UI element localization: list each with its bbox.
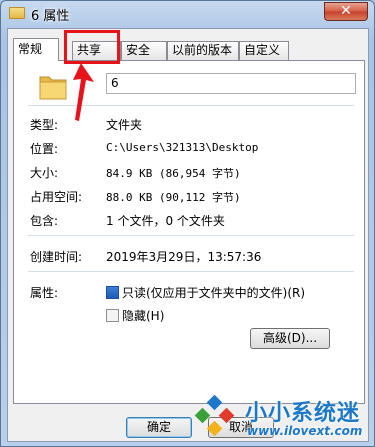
- folder-name-input[interactable]: 6: [106, 73, 356, 94]
- created-label: 创建时间:: [30, 250, 83, 264]
- annotation-arrow-icon: [73, 63, 94, 121]
- readonly-checkbox-label[interactable]: 只读(仅应用于文件夹中的文件)(R): [122, 284, 305, 301]
- size-label: 大小:: [30, 166, 59, 180]
- title-bar[interactable]: 6 属性 ✕: [1, 1, 374, 27]
- tab-security[interactable]: 安全: [121, 41, 167, 60]
- tab-customize[interactable]: 自定义: [239, 41, 289, 60]
- location-label: 位置:: [30, 142, 59, 156]
- folder-icon: [39, 76, 67, 100]
- window-title: 6 属性: [31, 9, 70, 24]
- properties-dialog: 6 属性 ✕ 常规 共享 安全 以前的版本 自定义 6 类型: 文件夹 位置: …: [0, 0, 375, 447]
- created-value: 2019年3月29日，13:57:36: [106, 250, 262, 264]
- divider: [28, 271, 354, 272]
- size-on-disk-label: 占用空间:: [30, 190, 83, 204]
- tab-previous-versions[interactable]: 以前的版本: [167, 41, 239, 60]
- divider: [28, 235, 354, 236]
- advanced-button[interactable]: 高级(D)...: [250, 328, 330, 349]
- hidden-checkbox[interactable]: [106, 309, 119, 322]
- close-button[interactable]: ✕: [324, 2, 368, 21]
- watermark-url: www.ilovext.com: [247, 424, 363, 438]
- attributes-label: 属性:: [30, 286, 59, 300]
- readonly-checkbox[interactable]: [106, 286, 119, 299]
- watermark-title: 小小系统迷: [245, 401, 361, 426]
- dialog-body: 常规 共享 安全 以前的版本 自定义 6 类型: 文件夹 位置: C:\User…: [7, 28, 369, 442]
- size-on-disk-value: 88.0 KB (90,112 字节): [106, 191, 241, 204]
- type-label: 类型:: [30, 118, 59, 132]
- location-value: C:\Users\321313\Desktop: [106, 141, 259, 154]
- folder-icon: [9, 7, 25, 19]
- type-value: 文件夹: [106, 118, 143, 132]
- watermark: 小小系统迷 www.ilovext.com: [191, 393, 371, 445]
- contains-label: 包含:: [30, 214, 59, 228]
- ok-button[interactable]: 确定: [126, 417, 192, 438]
- hidden-checkbox-label[interactable]: 隐藏(H): [122, 307, 164, 324]
- annotation-highlight-box: [64, 30, 120, 64]
- general-panel: 6 类型: 文件夹 位置: C:\Users\321313\Desktop 大小…: [13, 60, 365, 404]
- tab-general[interactable]: 常规: [13, 38, 59, 61]
- size-value: 84.9 KB (86,954 字节): [106, 167, 241, 180]
- contains-value: 1 个文件，0 个文件夹: [106, 214, 225, 228]
- watermark-logo-icon: [194, 395, 235, 437]
